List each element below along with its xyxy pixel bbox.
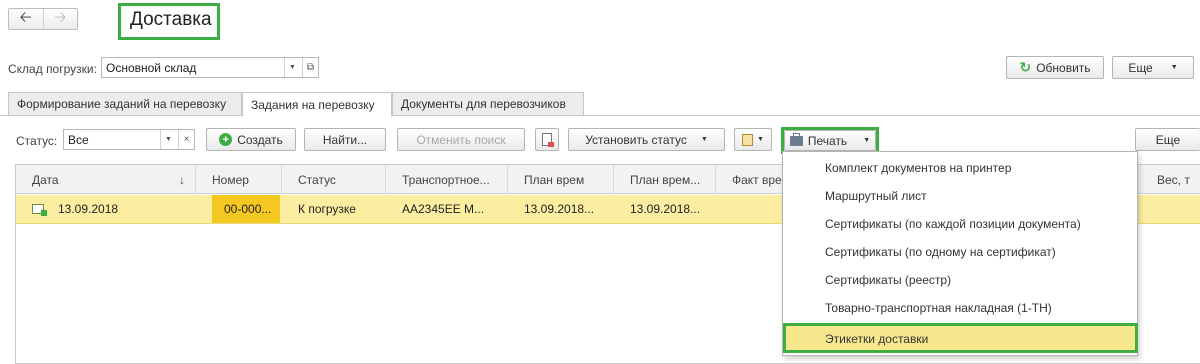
delivery-labels-highlight [783,323,1138,353]
page-title: Доставка [130,9,212,30]
find-button[interactable]: Найти... [304,128,386,151]
back-arrow-icon[interactable]: 🡠 [9,9,44,29]
sort-down-icon: ↓ [179,172,185,187]
menu-item-certificates-per-cert[interactable]: Сертификаты (по одному на сертификат) [783,238,1137,266]
column-header-date[interactable]: Дата ↓ [16,165,196,194]
documents-icon [742,133,754,146]
clear-icon[interactable]: × [178,130,194,149]
status-filter-value: Все [68,132,89,147]
menu-item-waybill[interactable]: Товарно-транспортная накладная (1-ТН) [783,294,1137,322]
cell-transport: АА2345ЕЕ М... [402,202,485,216]
refresh-icon: ↻ [1019,59,1032,75]
warehouse-value: Основной склад [106,60,197,75]
column-header-plan-time-2[interactable]: План врем... [614,165,716,194]
more-button-table[interactable]: Еще [1135,128,1200,151]
document-posted-icon [32,204,47,216]
refresh-button[interactable]: ↻ Обновить [1006,56,1104,79]
status-label: Статус: [16,134,58,148]
document-icon [542,133,554,147]
cancel-search-button[interactable]: Отменить поиск [397,128,525,151]
cell-plan-time-2: 13.09.2018... [630,202,701,216]
menu-item-print-kit[interactable]: Комплект документов на принтер [783,154,1137,182]
open-icon[interactable]: ⧉ [302,58,318,77]
chevron-down-icon: ▼ [1170,64,1178,71]
column-header-weight[interactable]: Вес, т [1141,165,1200,194]
cell-status: К погрузке [298,202,356,216]
add-icon: + [219,133,233,146]
cell-number: 00-000... [212,195,280,223]
column-header-status[interactable]: Статус [282,165,386,194]
nav-group: 🡠 🡢 [8,8,78,30]
more-button-top[interactable]: Еще ▼ [1112,56,1194,79]
related-documents-button[interactable]: ▼ [734,128,772,151]
column-header-fact-time[interactable]: Факт вре [716,165,786,194]
menu-item-certificates-per-item[interactable]: Сертификаты (по каждой позиции документа… [783,210,1137,238]
column-header-number[interactable]: Номер [196,165,282,194]
column-header-plan-time-1[interactable]: План врем [508,165,614,194]
tab-carrier-documents[interactable]: Документы для перевозчиков [392,92,584,116]
menu-item-certificates-registry[interactable]: Сертификаты (реестр) [783,266,1137,294]
warehouse-label: Склад погрузки: [8,62,97,76]
cell-plan-time-1: 13.09.2018... [524,202,595,216]
chevron-down-icon: ▼ [700,136,708,143]
tab-transport-tasks[interactable]: Задания на перевозку [242,92,392,117]
create-button[interactable]: + Создать [206,128,296,151]
warehouse-select[interactable]: Основной склад ▼ ⧉ [101,57,319,78]
forward-arrow-icon[interactable]: 🡢 [44,9,78,29]
cell-date: 13.09.2018 [16,195,196,223]
menu-item-route-sheet[interactable]: Маршрутный лист [783,182,1137,210]
dropdown-arrow-icon[interactable]: ▼ [284,58,300,77]
document-icon-button[interactable] [535,128,559,151]
chevron-down-icon: ▼ [757,136,764,143]
tab-formation[interactable]: Формирование заданий на перевозку [8,92,242,116]
status-filter[interactable]: Все ▼ × [63,129,195,150]
set-status-button[interactable]: Установить статус ▼ [568,128,725,151]
print-highlight [781,127,879,154]
column-header-transport[interactable]: Транспортное... [386,165,508,194]
dropdown-arrow-icon[interactable]: ▼ [160,130,176,149]
